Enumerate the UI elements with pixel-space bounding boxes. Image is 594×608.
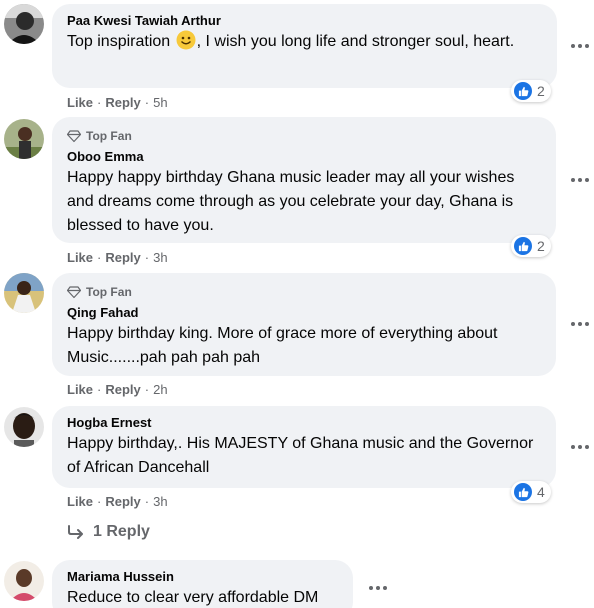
reply-button[interactable]: Reply <box>105 95 140 110</box>
comment-timestamp[interactable]: 2h <box>153 382 167 397</box>
comment-bubble: Top Fan Oboo Emma Happy happy birthday G… <box>52 117 556 243</box>
top-fan-badge: Top Fan <box>67 127 544 145</box>
like-thumb-icon <box>514 82 532 100</box>
more-options-icon[interactable] <box>568 38 592 54</box>
comment-actions: Like · Reply · 2h <box>67 381 168 397</box>
comment-bubble: Hogba Ernest Happy birthday,. His MAJEST… <box>52 406 556 488</box>
avatar[interactable] <box>4 4 44 44</box>
smiley-icon <box>176 30 196 50</box>
reply-arrow-icon <box>68 525 83 539</box>
reaction-count[interactable]: 4 <box>511 481 551 503</box>
like-button[interactable]: Like <box>67 494 93 509</box>
comment-actions: Like · Reply · 3h <box>67 249 168 265</box>
avatar[interactable] <box>4 273 44 313</box>
comment-author[interactable]: Oboo Emma <box>67 148 544 166</box>
comment-actions: Like · Reply · 5h <box>67 94 168 110</box>
like-thumb-icon <box>514 483 532 501</box>
reaction-count[interactable]: 2 <box>511 80 551 102</box>
comment-text: Happy birthday king. More of grace more … <box>67 325 498 366</box>
reply-button[interactable]: Reply <box>105 382 140 397</box>
more-options-icon[interactable] <box>568 439 592 455</box>
comment-text: Happy happy birthday Ghana music leader … <box>67 169 515 234</box>
more-options-icon[interactable] <box>568 172 592 188</box>
comment-author[interactable]: Qing Fahad <box>67 304 544 322</box>
top-fan-badge: Top Fan <box>67 283 544 301</box>
reply-button[interactable]: Reply <box>105 250 140 265</box>
comment-author[interactable]: Paa Kwesi Tawiah Arthur <box>67 12 545 30</box>
diamond-icon <box>67 130 81 143</box>
like-thumb-icon <box>514 237 532 255</box>
comment-author[interactable]: Hogba Ernest <box>67 414 544 432</box>
comment-author[interactable]: Mariama Hussein <box>67 568 341 586</box>
like-button[interactable]: Like <box>67 95 93 110</box>
comment-timestamp[interactable]: 3h <box>153 250 167 265</box>
comment-text: Top inspiration , I wish you long life a… <box>67 30 545 54</box>
comment-bubble: Top Fan Qing Fahad Happy birthday king. … <box>52 273 556 376</box>
comment-actions: Like · Reply · 3h <box>67 493 168 509</box>
comment-text: Happy birthday,. His MAJESTY of Ghana mu… <box>67 435 534 476</box>
diamond-icon <box>67 286 81 299</box>
avatar[interactable] <box>4 561 44 601</box>
reaction-count[interactable]: 2 <box>511 235 551 257</box>
reply-button[interactable]: Reply <box>105 494 140 509</box>
avatar[interactable] <box>4 407 44 447</box>
comment-text: Reduce to clear very affordable DM <box>67 589 319 606</box>
comment-bubble: Mariama Hussein Reduce to clear very aff… <box>52 560 353 608</box>
comment-timestamp[interactable]: 3h <box>153 494 167 509</box>
comment-timestamp[interactable]: 5h <box>153 95 167 110</box>
like-button[interactable]: Like <box>67 250 93 265</box>
more-options-icon[interactable] <box>366 580 390 596</box>
avatar[interactable] <box>4 119 44 159</box>
comment-bubble: Paa Kwesi Tawiah Arthur Top inspiration … <box>52 4 557 88</box>
view-replies-link[interactable]: 1 Reply <box>67 520 150 544</box>
like-button[interactable]: Like <box>67 382 93 397</box>
more-options-icon[interactable] <box>568 316 592 332</box>
